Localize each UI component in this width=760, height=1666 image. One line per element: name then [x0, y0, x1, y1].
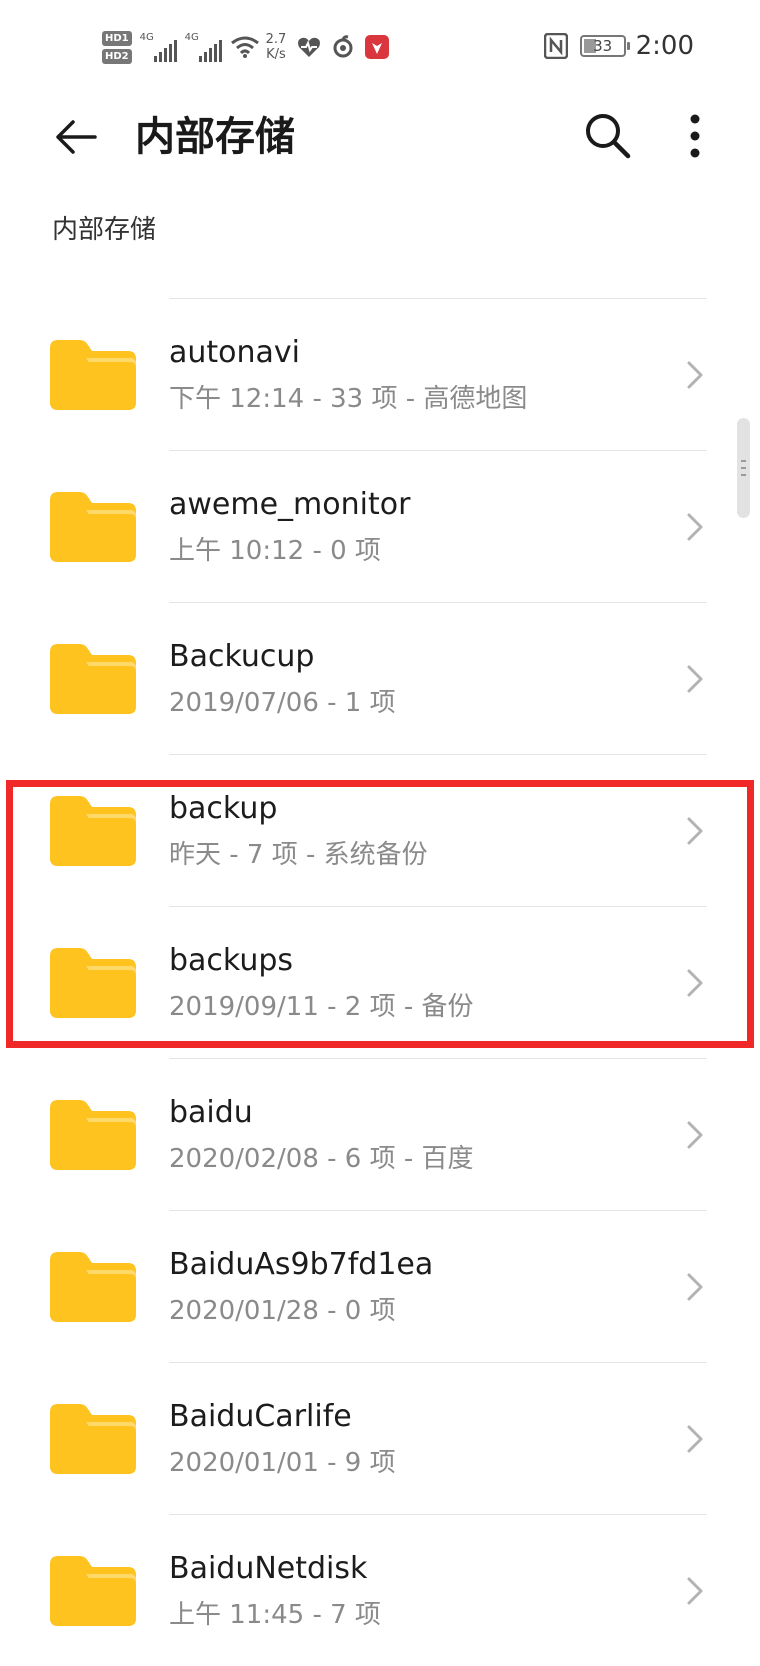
folder-icon	[50, 644, 136, 714]
nfc-icon	[543, 33, 568, 59]
folder-row[interactable]: aweme_monitor 上午 10:12 - 0 项	[0, 450, 760, 602]
folder-meta: 下午 12:14 - 33 项 - 高德地图	[169, 384, 528, 414]
folder-icon	[50, 1100, 136, 1170]
folder-name: autonavi	[169, 335, 301, 370]
folder-icon	[50, 1404, 136, 1474]
back-button[interactable]	[48, 109, 104, 165]
chevron-right-icon	[687, 1577, 703, 1605]
highlight-annotation	[6, 780, 754, 1048]
status-bar: HD1 HD2 4G 4G 2.7 K/s 33 2:00	[0, 0, 760, 96]
folder-icon	[50, 1556, 136, 1626]
folder-meta: 2020/01/01 - 9 项	[169, 1448, 396, 1478]
breadcrumb[interactable]: 内部存储	[52, 213, 156, 247]
folder-icon	[50, 1252, 136, 1322]
folder-row[interactable]: BaiduAs9b7fd1ea 2020/01/28 - 0 项	[0, 1210, 760, 1362]
more-options-button[interactable]	[670, 106, 720, 166]
folder-icon	[50, 492, 136, 562]
status-right: 33 2:00	[543, 30, 694, 62]
folder-name: Backucup	[169, 639, 315, 674]
search-button[interactable]	[578, 106, 638, 166]
clock: 2:00	[635, 31, 694, 61]
folder-meta: 2019/07/06 - 1 项	[169, 688, 396, 718]
folder-name: BaiduCarlife	[169, 1399, 352, 1434]
chevron-right-icon	[687, 1273, 703, 1301]
signal-2-icon: 4G	[185, 32, 222, 62]
page-title: 内部存储	[135, 114, 295, 160]
chevron-right-icon	[687, 361, 703, 389]
folder-meta: 上午 11:45 - 7 项	[169, 1600, 381, 1630]
hd2-badge: HD2	[102, 48, 132, 64]
network-speed: 2.7 K/s	[265, 32, 287, 62]
battery-icon: 33	[579, 35, 630, 57]
folder-meta: 上午 10:12 - 0 项	[169, 536, 381, 566]
status-left: HD1 HD2 4G 4G 2.7 K/s	[102, 22, 398, 72]
folder-row[interactable]: autonavi 下午 12:14 - 33 项 - 高德地图	[0, 298, 760, 450]
huawei-app-icon	[364, 34, 390, 60]
folder-name: baidu	[169, 1095, 253, 1130]
hd-indicators: HD1 HD2	[102, 30, 132, 64]
chevron-right-icon	[687, 1425, 703, 1453]
folder-icon	[50, 340, 136, 410]
more-vertical-icon	[690, 114, 700, 158]
hd1-badge: HD1	[102, 30, 132, 46]
chevron-right-icon	[687, 665, 703, 693]
chevron-right-icon	[687, 513, 703, 541]
folder-meta: 2020/01/28 - 0 项	[169, 1296, 396, 1326]
arrow-left-icon	[56, 120, 97, 154]
wifi-icon	[230, 36, 259, 58]
folder-name: BaiduAs9b7fd1ea	[169, 1247, 434, 1282]
folder-row[interactable]: BaiduCarlife 2020/01/01 - 9 项	[0, 1362, 760, 1514]
netease-music-icon	[330, 34, 356, 60]
search-icon	[586, 114, 631, 159]
folder-name: BaiduNetdisk	[169, 1551, 368, 1586]
folder-row[interactable]: baidu 2020/02/08 - 6 项 - 百度	[0, 1058, 760, 1210]
chevron-right-icon	[687, 1121, 703, 1149]
app-bar: 内部存储	[0, 96, 760, 216]
folder-meta: 2020/02/08 - 6 项 - 百度	[169, 1144, 474, 1174]
fast-scroll-handle[interactable]	[737, 418, 750, 518]
folder-row[interactable]: Backucup 2019/07/06 - 1 项	[0, 602, 760, 754]
folder-name: aweme_monitor	[169, 487, 411, 522]
folder-row[interactable]: BaiduNetdisk 上午 11:45 - 7 项	[0, 1514, 760, 1666]
heart-health-icon	[296, 34, 322, 60]
signal-1-icon: 4G	[140, 32, 177, 62]
